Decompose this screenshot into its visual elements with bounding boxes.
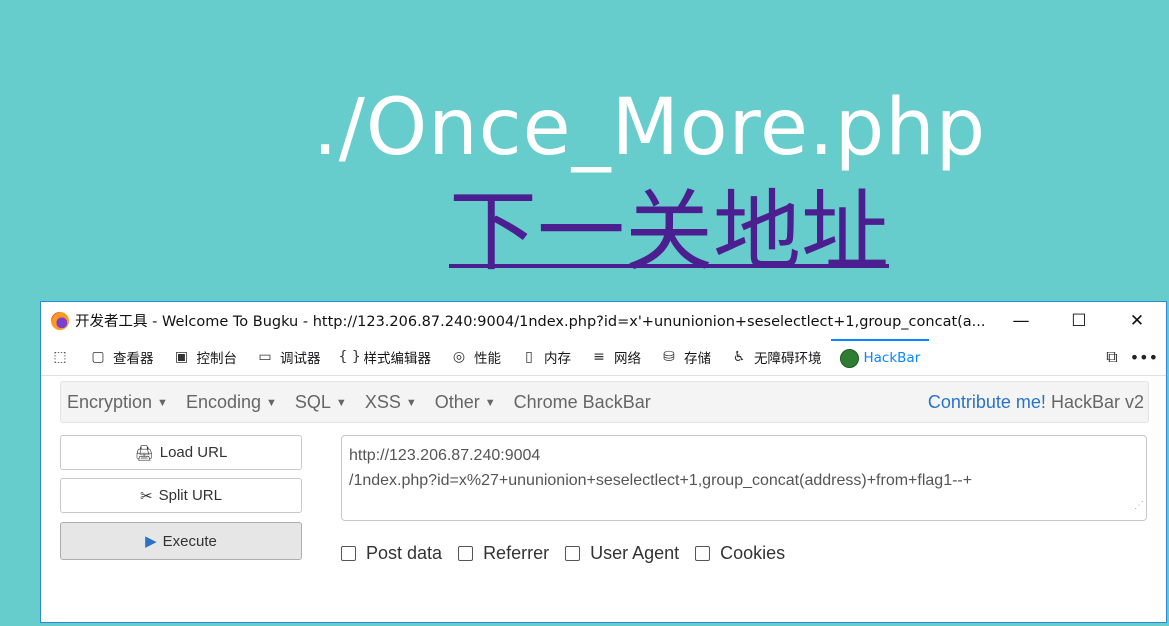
menu-other[interactable]: Other ▼ [429, 392, 502, 413]
play-icon: ▶ [145, 533, 157, 550]
execute-button[interactable]: ▶ Execute [60, 522, 302, 560]
tab-accessibility[interactable]: ♿ 无障碍环境 [720, 339, 831, 375]
tab-performance[interactable]: ◎ 性能 [440, 339, 510, 375]
checkbox-box[interactable] [341, 546, 356, 561]
button-label: Execute [162, 532, 217, 550]
next-level-link[interactable]: 下一关地址 [449, 182, 889, 282]
checkbox-box[interactable] [458, 546, 474, 561]
devtools-window: 开发者工具 - Welcome To Bugku - http://123.20… [40, 301, 1167, 623]
menu-xss[interactable]: XSS ▼ [359, 392, 423, 413]
element-picker-button[interactable]: ⬚ [41, 339, 79, 375]
memory-icon: ▯ [525, 349, 533, 365]
options-row: Post data Referrer User Agent Cookies [341, 543, 801, 564]
tab-memory[interactable]: ▯ 内存 [510, 339, 580, 375]
minimize-button[interactable]: — [992, 302, 1050, 339]
tab-hackbar[interactable]: HackBar [830, 339, 930, 375]
referrer-checkbox[interactable]: Referrer [458, 543, 549, 564]
performance-icon: ◎ [452, 349, 466, 365]
button-label: Split URL [158, 487, 222, 504]
tab-label: 网络 [614, 351, 641, 367]
checkbox-label: Post data [366, 543, 443, 563]
load-url-button[interactable]: 🖨 Load URL [60, 435, 302, 470]
checkbox-box[interactable] [695, 546, 711, 561]
checkbox-label: Referrer [483, 543, 550, 563]
page-heading: ./Once_More.php [312, 83, 987, 173]
debugger-icon: ▭ [258, 349, 272, 365]
storage-icon: ⛁ [663, 349, 675, 365]
tab-label: 样式编辑器 [363, 351, 432, 367]
more-options-icon[interactable]: ••• [1130, 348, 1158, 367]
scissors-icon: ✂ [140, 487, 153, 505]
tab-network[interactable]: ≡ 网络 [580, 339, 650, 375]
url-textarea[interactable]: http://123.206.87.240:9004 /1ndex.php?id… [341, 435, 1147, 521]
menu-label: Encoding [185, 391, 261, 412]
tab-label: 性能 [474, 351, 501, 367]
devtools-toolbar: ⬚ ▢ 查看器 ▣ 控制台 ▭ 调试器 { } 样式编辑器 ◎ 性能 ▯ 内存 … [41, 339, 1166, 376]
caret-down-icon: ▼ [266, 396, 277, 409]
close-button[interactable]: ✕ [1108, 302, 1166, 339]
menu-encoding[interactable]: Encoding ▼ [180, 392, 283, 413]
tab-storage[interactable]: ⛁ 存储 [650, 339, 720, 375]
user-agent-checkbox[interactable]: User Agent [565, 543, 679, 564]
style-editor-icon: { } [338, 349, 361, 365]
title-bar: 开发者工具 - Welcome To Bugku - http://123.20… [41, 302, 1166, 339]
tab-inspector[interactable]: ▢ 查看器 [79, 339, 163, 375]
tab-label: 查看器 [113, 351, 154, 367]
menu-label: Encryption [67, 391, 153, 412]
url-line: http://123.206.87.240:9004 [349, 447, 541, 464]
network-icon: ≡ [593, 349, 605, 365]
maximize-button[interactable]: ☐ [1050, 302, 1108, 339]
menu-encryption[interactable]: Encryption ▼ [61, 392, 174, 413]
firefox-logo-icon [51, 311, 69, 330]
tab-label: 控制台 [196, 351, 238, 367]
caret-down-icon: ▼ [484, 396, 496, 409]
menu-chrome-backbar[interactable]: Chrome BackBar [508, 392, 657, 413]
inspector-icon: ▢ [91, 349, 105, 365]
contribute-area: Contribute me! HackBar v2 [928, 392, 1148, 413]
cookies-checkbox[interactable]: Cookies [695, 543, 785, 564]
split-url-button[interactable]: ✂ Split URL [60, 478, 302, 513]
tab-console[interactable]: ▣ 控制台 [163, 339, 247, 375]
load-icon: 🖨 [134, 444, 154, 462]
hackbar-version: HackBar v2 [1050, 391, 1144, 412]
menu-label: Other [434, 391, 480, 412]
caret-down-icon: ▼ [335, 396, 347, 409]
checkbox-label: User Agent [590, 543, 680, 563]
tab-label: 无障碍环境 [754, 351, 822, 367]
tab-label: 内存 [544, 351, 571, 367]
contribute-link[interactable]: Contribute me! [928, 392, 1046, 412]
menu-label: XSS [364, 391, 401, 412]
toolbar-right: ⧉ ••• [1106, 339, 1158, 375]
hackbar-icon [839, 348, 859, 368]
checkbox-box[interactable] [565, 546, 581, 561]
button-label: Load URL [159, 444, 228, 461]
dock-layout-icon[interactable]: ⧉ [1106, 347, 1117, 367]
accessibility-icon: ♿ [732, 349, 746, 365]
menu-sql[interactable]: SQL ▼ [289, 392, 353, 413]
url-line: /1ndex.php?id=x%27+ununionion+seselectle… [349, 472, 973, 489]
post-data-checkbox[interactable]: Post data [341, 543, 442, 564]
menu-label: SQL [294, 391, 331, 412]
tab-style-editor[interactable]: { } 样式编辑器 [330, 339, 441, 375]
hackbar-menu: Encryption ▼ Encoding ▼ SQL ▼ XSS ▼ Other ▼ C… [60, 381, 1149, 423]
window-title: 开发者工具 - Welcome To Bugku - http://123.20… [75, 314, 986, 330]
checkbox-label: Cookies [720, 543, 786, 563]
tab-debugger[interactable]: ▭ 调试器 [246, 339, 330, 375]
tab-label: 存储 [684, 351, 711, 367]
console-icon: ▣ [174, 349, 189, 365]
resize-grip-icon[interactable]: ⋰ [1134, 493, 1144, 518]
tab-label: 调试器 [280, 351, 321, 367]
element-picker-icon: ⬚ [53, 349, 67, 365]
tab-label: HackBar [863, 350, 921, 366]
caret-down-icon: ▼ [405, 396, 417, 409]
caret-down-icon: ▼ [157, 396, 168, 409]
